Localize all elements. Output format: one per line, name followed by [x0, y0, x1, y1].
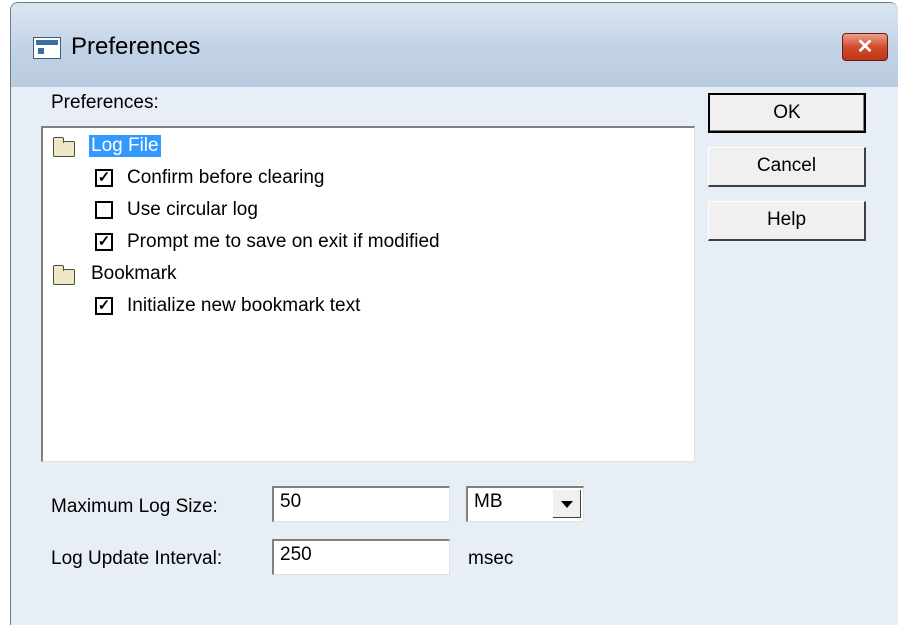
close-icon: ✕ [856, 36, 874, 58]
check-icon: ✓ [97, 169, 111, 186]
check-icon: ✓ [97, 233, 111, 250]
checkbox-circular-log[interactable] [95, 201, 113, 219]
max-log-size-input[interactable]: 50 [272, 486, 450, 522]
folder-icon [53, 137, 75, 157]
tree-group-label: Log File [89, 135, 161, 157]
log-update-interval-label: Log Update Interval: [51, 548, 223, 569]
log-size-unit-value: MB [474, 491, 503, 512]
window-title: Preferences [71, 33, 201, 60]
ok-button[interactable]: OK [708, 93, 866, 133]
log-update-interval-input[interactable]: 250 [272, 539, 450, 575]
close-button[interactable]: ✕ [842, 33, 888, 61]
log-update-unit-label: msec [468, 548, 514, 569]
max-log-size-label: Maximum Log Size: [51, 496, 218, 517]
tree-item-label: Confirm before clearing [127, 167, 325, 188]
checkbox-init-bookmark[interactable]: ✓ [95, 297, 113, 315]
log-size-unit-select[interactable]: MB [466, 486, 584, 522]
help-button[interactable]: Help [708, 201, 866, 241]
tree-group-label: Bookmark [91, 263, 177, 284]
check-icon: ✓ [97, 297, 111, 314]
window-icon [33, 37, 61, 59]
cancel-button[interactable]: Cancel [708, 147, 866, 187]
tree-item-label: Prompt me to save on exit if modified [127, 231, 440, 252]
tree-item-label: Initialize new bookmark text [127, 295, 361, 316]
folder-icon [53, 265, 75, 285]
checkbox-prompt-save[interactable]: ✓ [95, 233, 113, 251]
title-bar[interactable]: Preferences ✕ [11, 3, 898, 87]
dropdown-arrow-icon[interactable] [553, 490, 581, 518]
preferences-label: Preferences: [51, 92, 159, 113]
preferences-tree[interactable]: Log File ✓ Confirm before clearing Use c… [41, 126, 695, 462]
tree-item-label: Use circular log [127, 199, 258, 220]
checkbox-confirm-clearing[interactable]: ✓ [95, 169, 113, 187]
